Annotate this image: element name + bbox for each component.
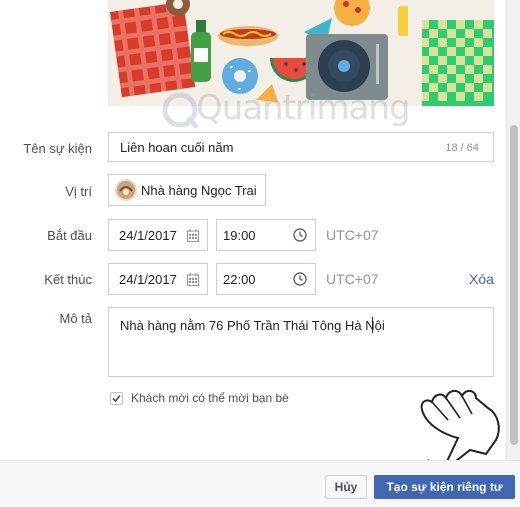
description-value: Nhà hàng nằm 76 Phố Trần Thái Tông Hà Nộ… [120,318,385,333]
end-time-field[interactable]: 22:00 [216,263,316,295]
calendar-icon[interactable] [187,273,199,286]
description-textarea[interactable]: Nhà hàng nằm 76 Phố Trần Thái Tông Hà Nộ… [108,307,494,377]
start-timezone: UTC+07 [326,227,379,243]
end-timezone: UTC+07 [326,271,379,287]
check-icon [112,394,121,403]
guests-can-invite-checkbox[interactable] [110,392,123,405]
start-date-field[interactable]: 24/1/2017 [108,219,208,251]
event-name-value: Liên hoan cuối năm [120,140,234,155]
end-label: Kết thúc [44,272,92,287]
create-private-event-button[interactable]: Tạo sự kiện riêng tư [374,475,515,499]
remove-end-time-link[interactable]: Xóa [469,271,494,287]
cancel-button[interactable]: Hủy [325,475,367,499]
dialog-footer: Hủy Tạo sự kiện riêng tư [0,460,520,507]
clock-icon[interactable] [293,272,307,286]
start-time-value: 19:00 [223,228,256,243]
checker-board-shape [420,20,494,106]
start-date-value: 24/1/2017 [119,228,177,243]
event-name-label: Tên sự kiện [23,141,92,156]
end-date-field[interactable]: 24/1/2017 [108,263,208,295]
scrollbar-thumb[interactable] [510,125,518,445]
watermark-text: Quantrimang [196,88,411,128]
event-name-field[interactable]: Liên hoan cuối năm 18 / 64 [108,132,494,162]
description-label: Mô tả [59,311,92,326]
location-thumbnail [115,179,137,201]
location-field[interactable]: Nhà hàng Ngọc Trai [108,174,266,206]
location-value: Nhà hàng Ngọc Trai [141,183,257,198]
location-label: Vị trí [65,184,92,199]
start-label: Bắt đầu [47,228,92,243]
text-cursor [372,317,373,333]
calendar-icon[interactable] [187,229,199,242]
hotdog-shape [218,26,278,46]
watermark-q-icon [162,92,199,129]
scrollbar[interactable] [506,0,520,460]
guests-can-invite-label[interactable]: Khách mời có thể mời bạn bè [131,391,289,405]
start-time-field[interactable]: 19:00 [216,219,316,251]
character-counter: 18 / 64 [445,142,479,154]
clock-icon[interactable] [293,228,307,242]
picnic-blanket-shape [110,1,196,98]
end-date-value: 24/1/2017 [119,272,177,287]
end-time-value: 22:00 [223,272,256,287]
